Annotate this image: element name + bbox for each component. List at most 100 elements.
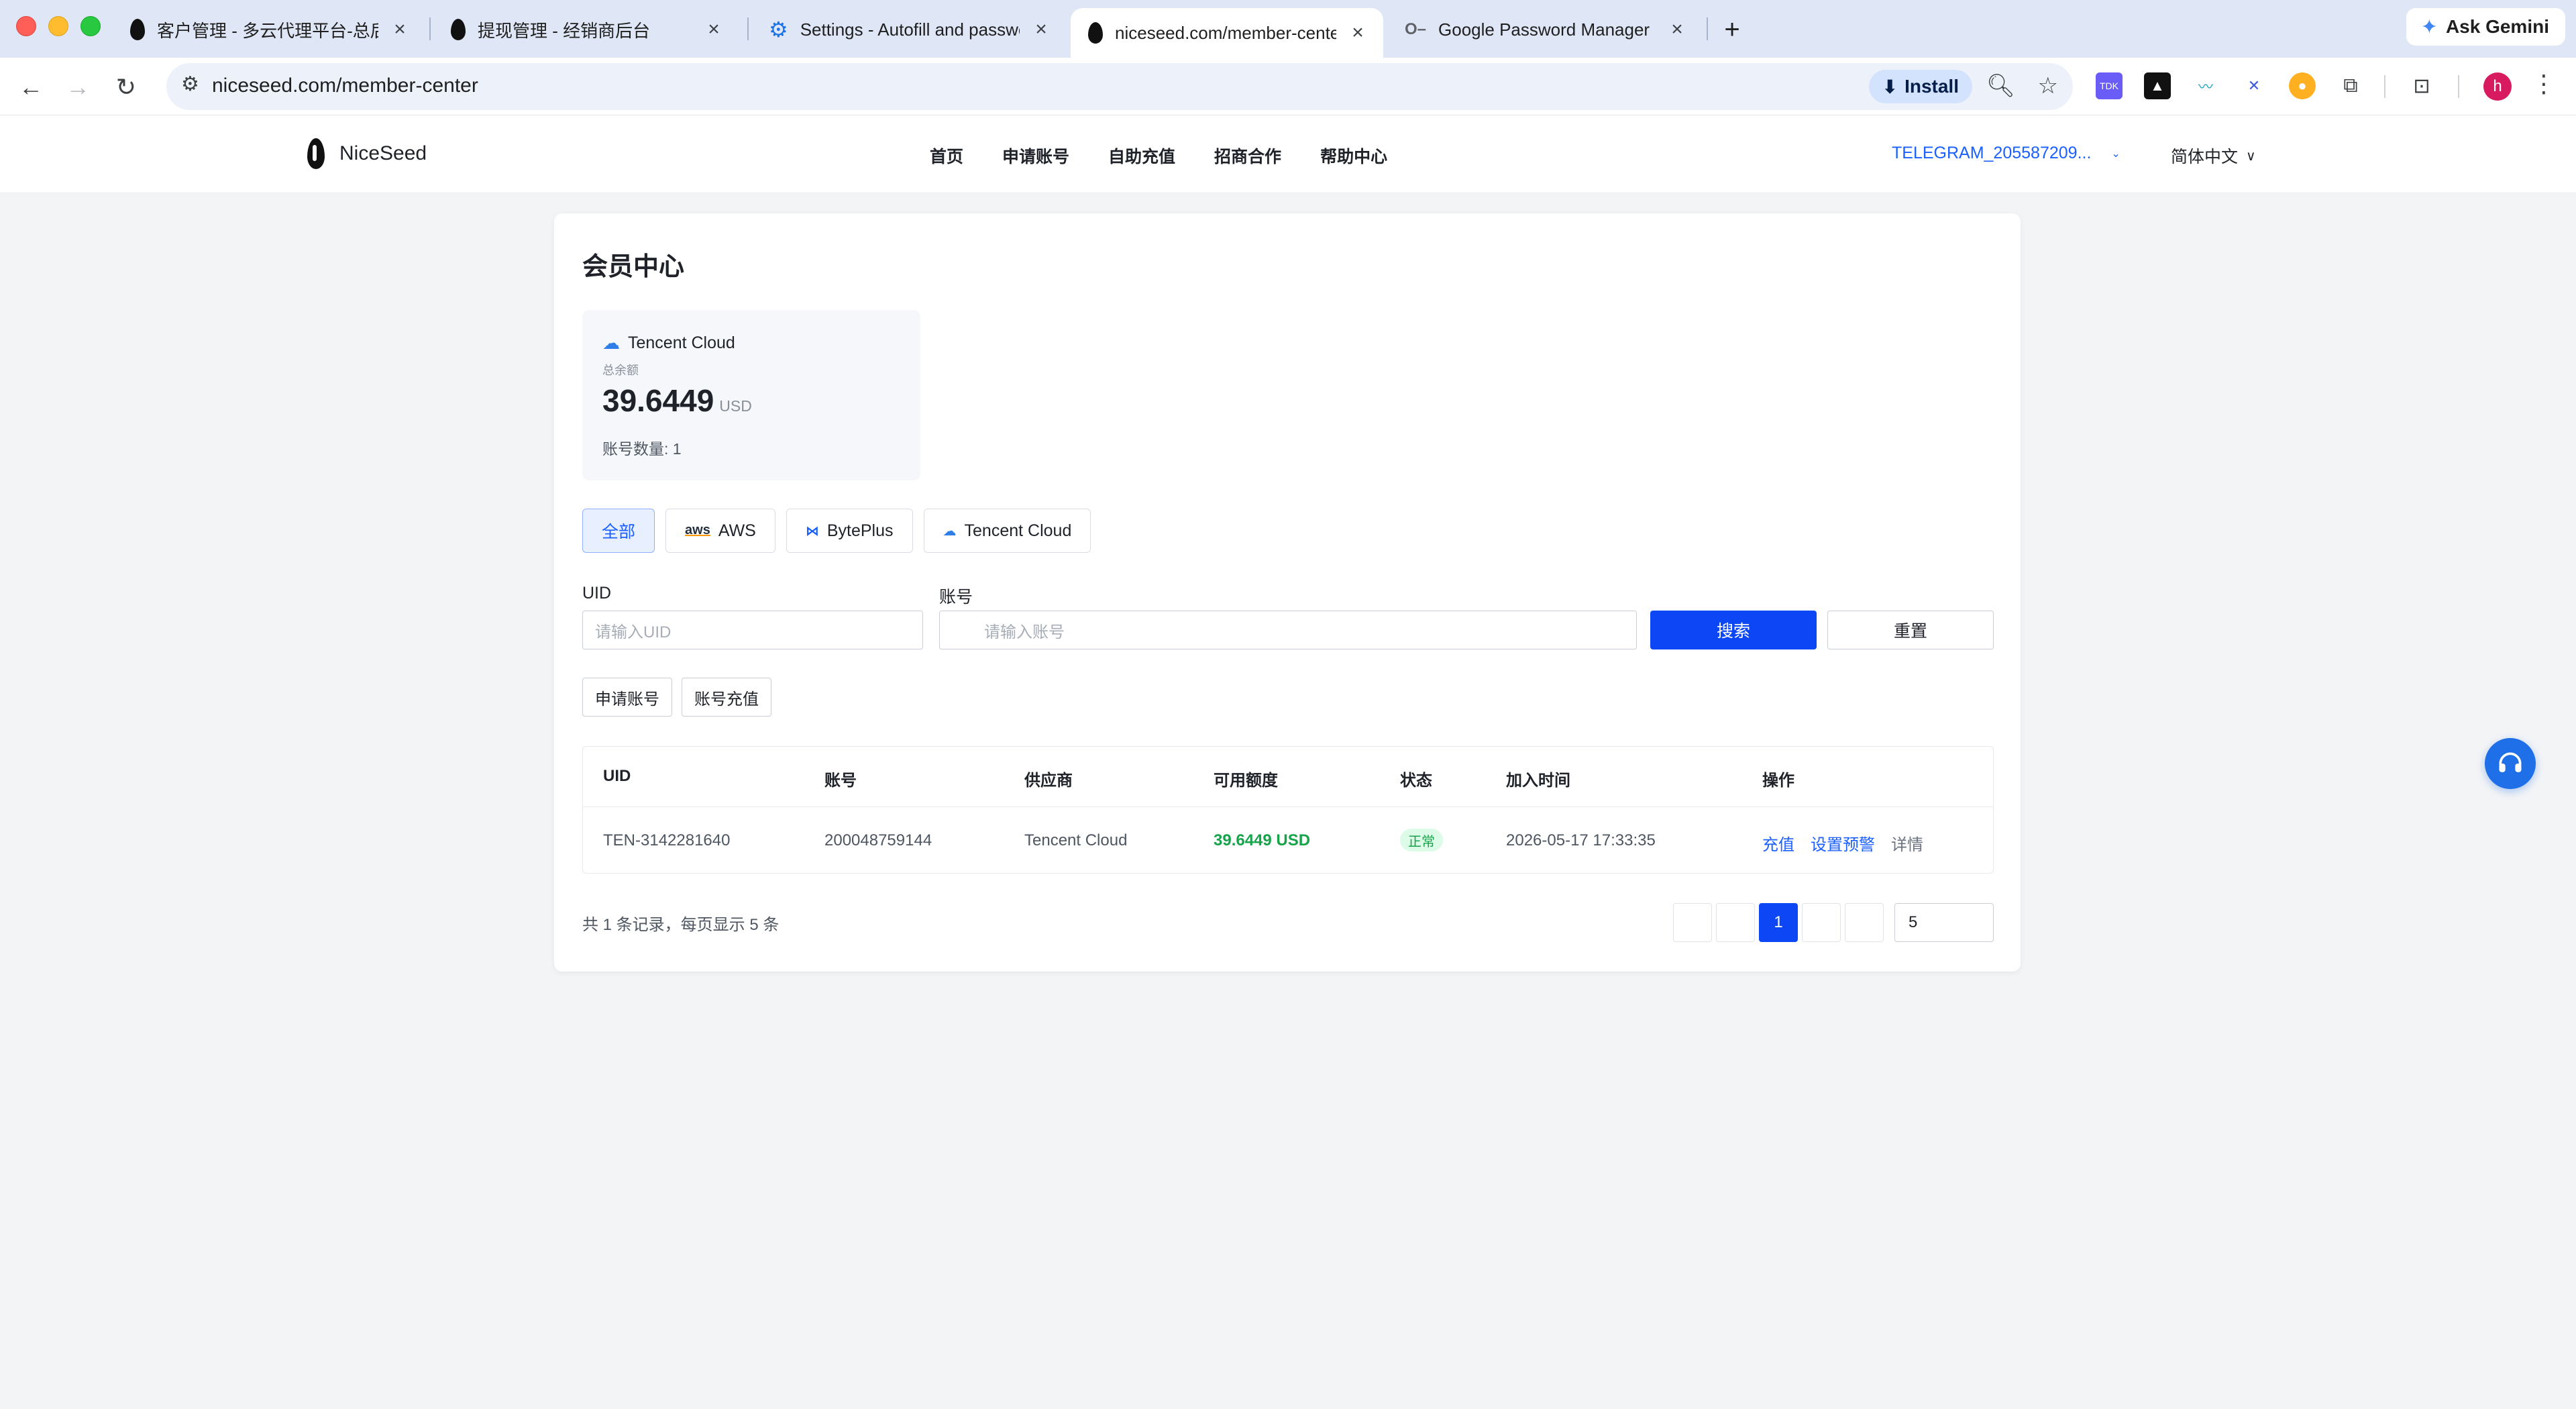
user-name: TELEGRAM_205587209... — [1892, 144, 2092, 162]
browser-tab[interactable]: O– Google Password Manager × — [1387, 5, 1703, 54]
reload-button[interactable]: ↻ — [109, 70, 144, 105]
user-menu[interactable]: TELEGRAM_205587209... ⌄ — [1892, 144, 2121, 163]
browser-tab[interactable]: 客户管理 - 多云代理平台-总后台 × — [113, 5, 425, 54]
tab-separator — [429, 17, 431, 40]
browser-tab[interactable]: ⚙ Settings - Autofill and passwords × — [751, 5, 1067, 54]
back-button[interactable]: ← — [13, 70, 48, 105]
ask-gemini-button[interactable]: ✦ Ask Gemini — [2406, 8, 2565, 46]
column-header: 账号 — [824, 772, 857, 790]
filter-tab-tencent-cloud[interactable]: ☁ Tencent Cloud — [923, 509, 1091, 553]
nav-apply-account[interactable]: 申请账号 — [1002, 144, 1069, 168]
gear-icon: ⚙ — [769, 17, 788, 42]
status-badge: 正常 — [1400, 829, 1443, 851]
filter-tab-label: BytePlus — [826, 521, 894, 540]
cell-uid: TEN-3142281640 — [603, 831, 731, 849]
brand-name: NiceSeed — [339, 142, 427, 164]
close-icon[interactable]: × — [702, 17, 726, 42]
toolbar-separator — [2384, 75, 2385, 98]
page-size-input[interactable]: 5 — [1894, 903, 1994, 942]
profile-avatar[interactable]: h — [2483, 72, 2512, 101]
cloud-icon: ☁ — [602, 333, 620, 353]
balance-card: ☁ Tencent Cloud 总余额 39.6449 USD 账号数量: 1 — [582, 310, 920, 480]
close-icon[interactable]: × — [1665, 17, 1689, 42]
pagination-first-button[interactable] — [1673, 903, 1712, 942]
extension-a-icon[interactable]: ▲ — [2144, 72, 2171, 99]
browser-tab[interactable]: 提现管理 - 经销商后台 × — [433, 5, 739, 54]
account-input[interactable]: 请输入账号 — [939, 611, 1637, 649]
close-icon[interactable]: × — [1346, 21, 1370, 45]
filter-tab-byteplus[interactable]: ⋈ BytePlus — [786, 509, 913, 553]
uid-input[interactable]: 请输入UID — [582, 611, 923, 649]
tab-search-icon[interactable]: ⊡ — [2408, 72, 2435, 99]
details-link[interactable]: 详情 — [1891, 831, 1923, 855]
nav-home[interactable]: 首页 — [930, 144, 963, 168]
filter-tab-aws[interactable]: aws AWS — [665, 509, 775, 553]
customer-support-button[interactable] — [2485, 738, 2536, 789]
extension-coin-icon[interactable]: ● — [2289, 72, 2316, 99]
extension-x-icon[interactable]: ✕ — [2241, 72, 2267, 99]
headset-icon — [2499, 752, 2522, 772]
account-placeholder: 请输入账号 — [984, 623, 1065, 641]
seed-icon — [130, 19, 145, 40]
extension-tdk-icon[interactable]: TDK — [2096, 72, 2123, 99]
account-count: 账号数量: 1 — [602, 440, 682, 458]
bookmark-star-icon[interactable]: ☆ — [2038, 72, 2058, 99]
site-header: NiceSeed 首页 申请账号 自助充值 招商合作 帮助中心 TELEGRAM… — [0, 115, 2576, 193]
cell-joined-time: 2026-05-17 17:33:35 — [1506, 831, 1656, 849]
new-tab-button[interactable]: + — [1715, 12, 1750, 47]
tab-title: 客户管理 - 多云代理平台-总后台 — [157, 20, 378, 41]
column-header: 操作 — [1762, 772, 1794, 790]
column-header: 供应商 — [1024, 772, 1073, 790]
browser-menu-icon[interactable]: ⋮ — [2532, 70, 2556, 98]
seed-icon — [1088, 22, 1103, 44]
forward-button[interactable]: → — [60, 70, 95, 105]
browser-tab-active[interactable]: niceseed.com/member-center × — [1071, 8, 1383, 58]
pagination-prev-button[interactable] — [1716, 903, 1755, 942]
close-icon[interactable]: × — [1029, 17, 1053, 42]
install-icon: ⬇ — [1882, 76, 1898, 97]
search-button[interactable]: 搜索 — [1650, 611, 1817, 649]
install-app-button[interactable]: ⬇ Install — [1868, 70, 1972, 103]
filter-tab-all[interactable]: 全部 — [582, 509, 655, 553]
address-bar[interactable]: ⚙ niceseed.com/member-center ⬇ Install 🔍… — [166, 63, 2073, 110]
pagination-current-page[interactable]: 1 — [1759, 903, 1798, 942]
main-nav: 首页 申请账号 自助充值 招商合作 帮助中心 — [930, 144, 1426, 168]
uid-label: UID — [582, 584, 612, 603]
install-label: Install — [1904, 76, 1959, 97]
nav-help-center[interactable]: 帮助中心 — [1320, 144, 1387, 168]
pagination-next-button[interactable] — [1802, 903, 1841, 942]
sparkle-icon: ✦ — [2420, 15, 2438, 38]
extensions-puzzle-icon[interactable]: ⧉ — [2337, 72, 2364, 99]
column-header: 可用额度 — [1214, 772, 1278, 790]
brand[interactable]: NiceSeed — [307, 138, 427, 169]
zoom-icon[interactable]: 🔍︎ — [1986, 72, 2015, 99]
tab-title: Settings - Autofill and passwords — [800, 19, 1020, 40]
close-icon[interactable]: × — [388, 17, 412, 42]
tab-title: niceseed.com/member-center — [1115, 22, 1336, 43]
site-settings-icon[interactable]: ⚙ — [181, 72, 199, 96]
pagination-last-button[interactable] — [1845, 903, 1884, 942]
cell-account: 200048759144 — [824, 831, 932, 849]
aws-icon: aws — [685, 523, 710, 537]
tab-title: 提现管理 - 经销商后台 — [478, 20, 651, 41]
pagination-summary: 共 1 条记录，每页显示 5 条 — [582, 916, 780, 934]
language-selector[interactable]: 简体中文 ∨ — [2171, 144, 2256, 168]
niceseed-logo — [307, 138, 325, 169]
filter-tab-label: Tencent Cloud — [964, 521, 1072, 540]
set-alert-link[interactable]: 设置预警 — [1811, 831, 1875, 855]
nav-partnership[interactable]: 招商合作 — [1214, 144, 1281, 168]
seed-icon — [451, 19, 466, 40]
apply-account-button[interactable]: 申请账号 — [582, 678, 672, 717]
window-zoom-button[interactable] — [80, 16, 101, 36]
language-label: 简体中文 — [2171, 148, 2239, 166]
recharge-link[interactable]: 充值 — [1762, 831, 1794, 855]
cell-provider: Tencent Cloud — [1024, 831, 1128, 849]
nav-self-recharge[interactable]: 自助充值 — [1108, 144, 1175, 168]
url-text[interactable]: niceseed.com/member-center — [212, 74, 478, 97]
account-recharge-button[interactable]: 账号充值 — [682, 678, 771, 717]
window-close-button[interactable] — [16, 16, 36, 36]
extension-wave-icon[interactable]: 〰 — [2192, 72, 2219, 99]
window-minimize-button[interactable] — [48, 16, 68, 36]
reset-button[interactable]: 重置 — [1827, 611, 1994, 649]
column-header: 加入时间 — [1506, 772, 1570, 790]
